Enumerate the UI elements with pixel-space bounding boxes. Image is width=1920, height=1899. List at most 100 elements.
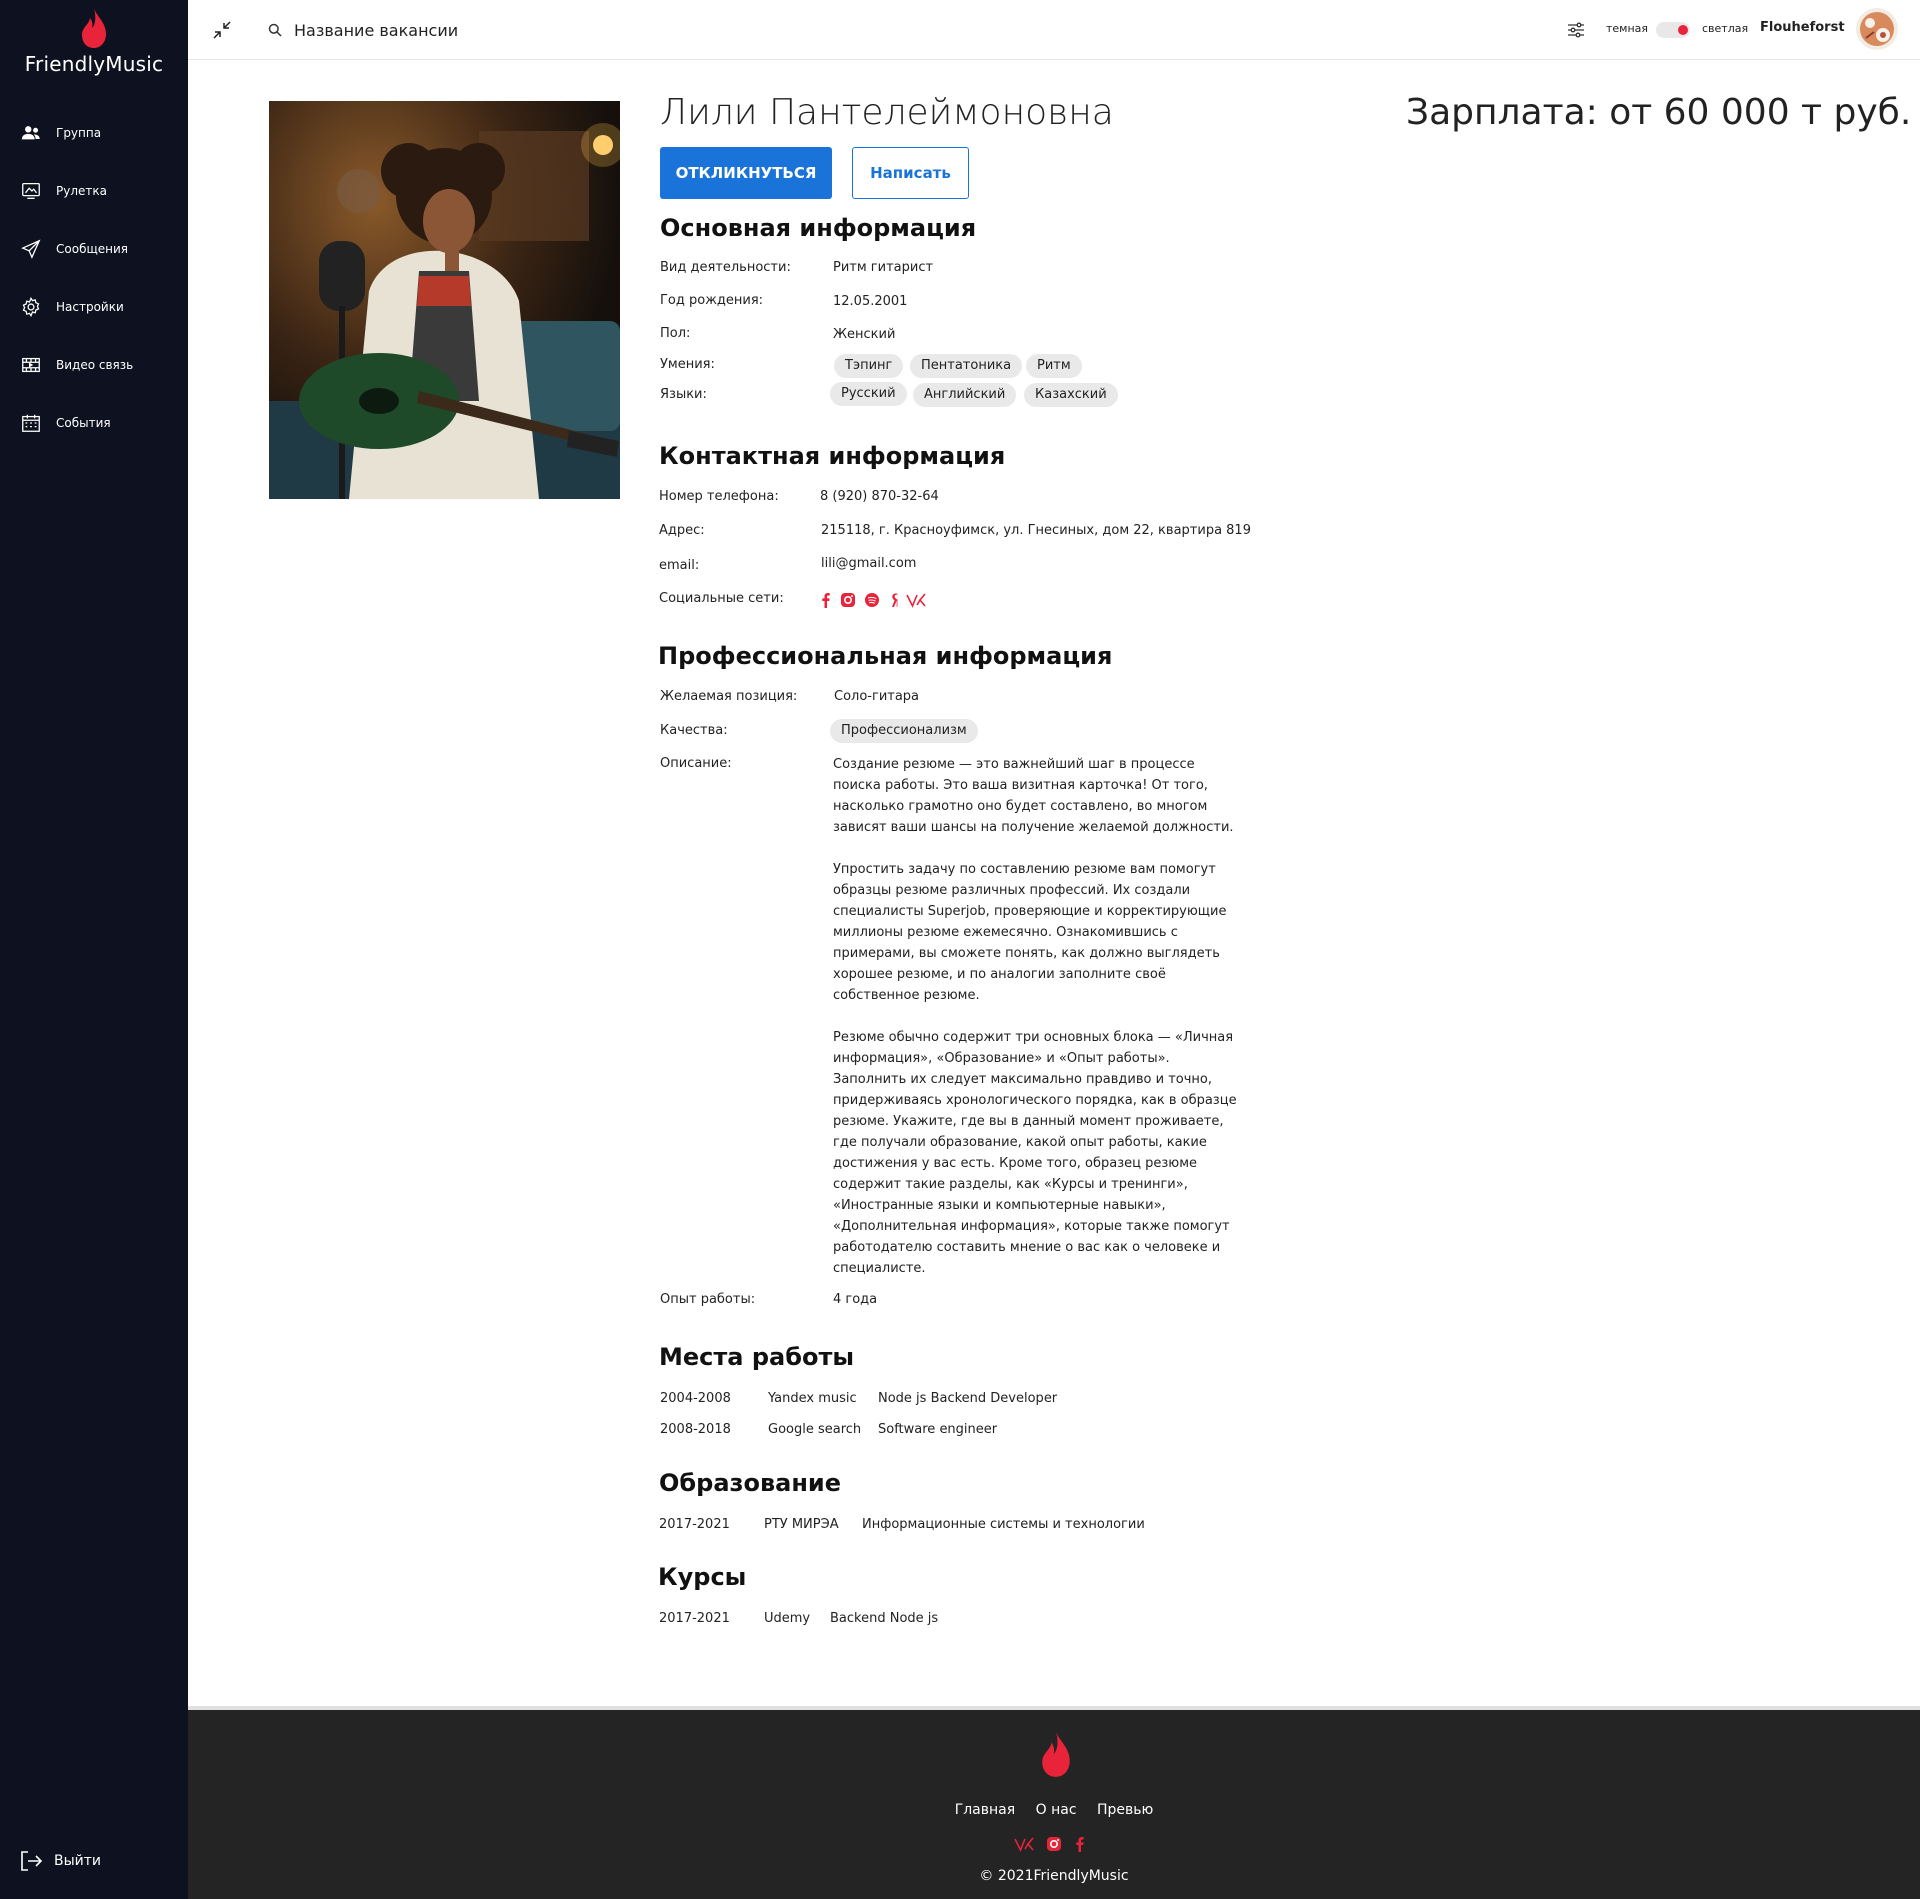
education-field: Информационные системы и технологии [862, 1517, 1145, 1532]
musician-photo [269, 101, 620, 499]
section-title-courses: Курсы [658, 1563, 747, 1591]
course-place: Udemy [764, 1611, 811, 1626]
instagram-icon[interactable] [840, 592, 856, 608]
skills-label: Умения: [660, 357, 715, 372]
footer-links: Главная О нас Превью [188, 1802, 1920, 1818]
workplace-company: Yandex music [768, 1391, 857, 1406]
spotify-icon[interactable] [864, 592, 880, 608]
logout-label: Выйти [54, 1853, 102, 1869]
sidebar-item-label: Настройки [56, 300, 124, 314]
sidebar-item-label: Сообщения [56, 242, 129, 256]
flame-logo-icon [82, 8, 106, 48]
calendar-icon [22, 414, 40, 432]
workplace-years: 2004-2008 [660, 1391, 731, 1406]
footer-link-home[interactable]: Главная [955, 1802, 1015, 1818]
logout-button[interactable]: Выйти [18, 1848, 101, 1874]
course-years: 2017-2021 [659, 1611, 730, 1626]
phone-value: 8 (920) 870-32-64 [820, 489, 939, 504]
description-paragraph: Создание резюме — это важнейший шаг в пр… [833, 757, 1234, 835]
filter-settings-icon[interactable] [1566, 20, 1586, 40]
sidebar-item-group[interactable]: Группа [0, 104, 188, 162]
education-years: 2017-2021 [659, 1517, 730, 1532]
sidebar-item-label: Рулетка [56, 184, 107, 198]
gear-icon [22, 296, 40, 318]
avatar[interactable] [1856, 8, 1898, 50]
logout-icon [21, 1851, 43, 1871]
activity-value: Ритм гитарист [833, 260, 934, 275]
section-title-education: Образование [659, 1469, 842, 1497]
birth-value: 12.05.2001 [833, 294, 908, 309]
send-icon [21, 239, 41, 259]
roulette-icon [22, 183, 40, 199]
description-text: Создание резюме — это важнейший шаг в пр… [833, 754, 1243, 1300]
theme-light-label: светлая [1702, 22, 1749, 35]
experience-value: 4 года [833, 1292, 878, 1307]
position-value: Соло-гитара [834, 689, 920, 704]
workplace-role: Node js Backend Developer [878, 1391, 1058, 1406]
sidebar-item-roulette[interactable]: Рулетка [0, 162, 188, 220]
sidebar-item-events[interactable]: События [0, 394, 188, 452]
skill-chip: Тэпинг [834, 354, 904, 378]
sidebar-item-settings[interactable]: Настройки [0, 278, 188, 336]
sidebar-item-video[interactable]: Видео связь [0, 336, 188, 394]
workplace-company: Google search [768, 1422, 862, 1437]
respond-button[interactable]: ОТКЛИКНУТЬСЯ [660, 147, 832, 199]
skill-chip: Ритм [1026, 354, 1082, 378]
experience-label: Опыт работы: [660, 1292, 756, 1307]
skill-chip: Пентатоника [910, 354, 1023, 378]
candidate-name: Лили Пантелеймоновна [660, 92, 1114, 133]
facebook-icon[interactable] [818, 592, 834, 608]
copyright: © 2021FriendlyMusic [979, 1868, 1129, 1884]
sidebar-item-label: Группа [56, 126, 102, 140]
description-paragraph: Упростить задачу по составлению резюме в… [833, 862, 1227, 1003]
footer-link-about[interactable]: О нас [1036, 1802, 1077, 1818]
facebook-icon[interactable] [1072, 1836, 1088, 1852]
sidebar-item-messages[interactable]: Сообщения [0, 220, 188, 278]
section-title-basic: Основная информация [660, 214, 977, 242]
search-icon [268, 23, 282, 37]
footer-link-preview[interactable]: Превью [1097, 1802, 1153, 1818]
email-value[interactable]: lili@gmail.com [821, 556, 916, 571]
sidebar-nav: Группа Рулетка Сообщения Настройки Видео… [0, 104, 188, 452]
vk-icon[interactable] [906, 592, 928, 608]
gender-value: Женский [833, 327, 896, 342]
section-title-contact: Контактная информация [659, 442, 1006, 470]
quality-chip: Профессионализм [830, 719, 978, 743]
top-header: темная светлая Flouheforst [188, 0, 1920, 60]
users-icon [21, 126, 40, 140]
languages-label: Языки: [660, 387, 707, 402]
sidebar: FriendlyMusic Группа Рулетка Сообщения Н… [0, 0, 188, 1899]
address-value: 215118, г. Красноуфимск, ул. Гнесиных, д… [821, 523, 1251, 538]
theme-dark-label: темная [1606, 22, 1649, 35]
yandex-icon[interactable] [888, 592, 904, 608]
write-button[interactable]: Написать [852, 147, 969, 199]
theme-toggle[interactable] [1656, 22, 1690, 38]
salary: Зарплата: от 60 000 т руб. [1406, 92, 1912, 133]
workplace-role: Software engineer [878, 1422, 998, 1437]
profile-photo [269, 101, 620, 499]
brand[interactable]: FriendlyMusic [0, 6, 188, 76]
language-chip: Русский [830, 382, 907, 406]
education-place: РТУ МИРЭА [764, 1517, 839, 1532]
address-label: Адрес: [659, 523, 705, 538]
gender-label: Пол: [660, 326, 691, 341]
flame-logo-icon[interactable] [1040, 1728, 1072, 1780]
sidebar-item-label: События [56, 416, 111, 430]
instagram-icon[interactable] [1046, 1836, 1062, 1852]
description-paragraph: Резюме обычно содержит три основных блок… [833, 1030, 1237, 1276]
course-field: Backend Node js [830, 1611, 939, 1626]
birth-label: Год рождения: [660, 293, 764, 308]
username[interactable]: Flouheforst [1760, 20, 1845, 35]
collapse-icon[interactable] [212, 20, 232, 40]
language-chip: Казахский [1024, 383, 1118, 407]
search-input[interactable] [294, 17, 694, 43]
sidebar-item-label: Видео связь [56, 358, 134, 372]
section-title-professional: Профессиональная информация [658, 642, 1113, 670]
language-chip: Английский [913, 383, 1017, 407]
section-title-workplaces: Места работы [659, 1343, 855, 1371]
avatar-image [1856, 8, 1898, 50]
footer: Главная О нас Превью © 2021FriendlyMusic [188, 1706, 1920, 1899]
workplace-years: 2008-2018 [660, 1422, 731, 1437]
vk-icon[interactable] [1014, 1836, 1036, 1852]
email-label: email: [659, 558, 700, 573]
